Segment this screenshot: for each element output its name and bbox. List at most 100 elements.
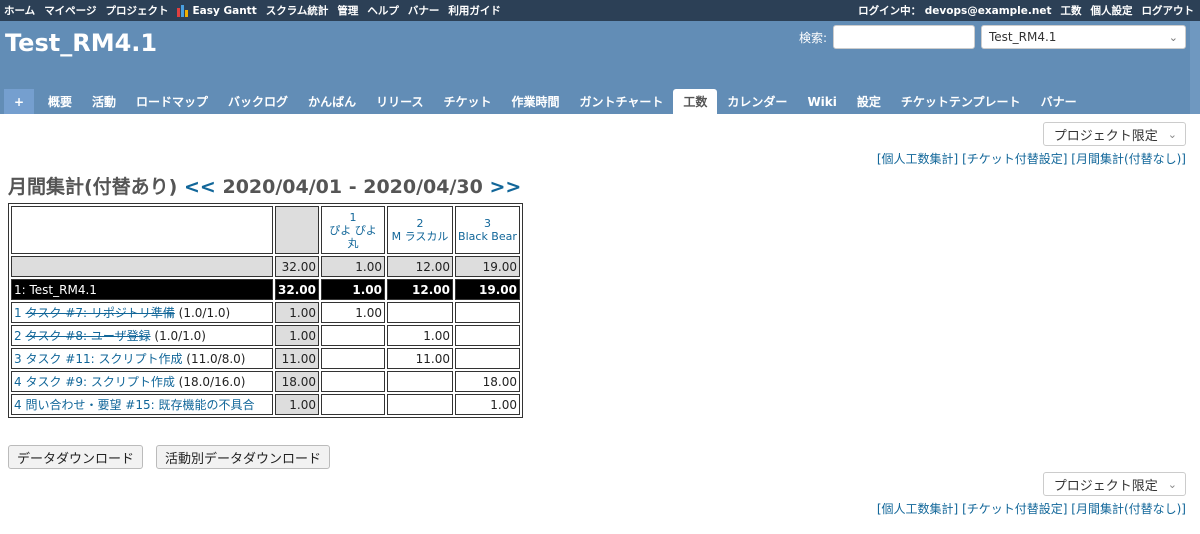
issue-link[interactable]: タスク #7: リポジトリ準備 [25, 306, 174, 320]
link-personal-summary[interactable]: [個人工数集計] [877, 502, 958, 516]
header-blank [11, 206, 273, 254]
tab-banner[interactable]: バナー [1031, 89, 1087, 114]
tab-overview[interactable]: 概要 [38, 89, 82, 114]
issue-link[interactable]: タスク #9: スクリプト作成 [25, 375, 174, 389]
tab-time-entries[interactable]: 作業時間 [502, 89, 570, 114]
easy-gantt-icon [177, 4, 189, 17]
top-menu-admin[interactable]: 管理 [337, 3, 358, 18]
issue-user-value [386, 394, 453, 415]
issue-total: 11.00 [275, 348, 319, 369]
link-reassign-settings[interactable]: [チケット付替設定] [962, 152, 1067, 166]
login-user[interactable]: devops@example.net [925, 5, 1052, 17]
project-label[interactable]: 1: Test_RM4.1 [11, 279, 273, 300]
next-month-link[interactable]: >> [490, 176, 522, 198]
top-menu-projects[interactable]: プロジェクト [105, 3, 168, 18]
top-menu-easy-gantt[interactable]: Easy Gantt [177, 4, 257, 17]
page-title-text: 月間集計(付替あり) [8, 176, 178, 198]
issue-prefix[interactable]: 1 [14, 306, 25, 320]
top-menu-help[interactable]: ヘルプ [367, 3, 399, 18]
project-limit-value: プロジェクト限定 [1053, 478, 1158, 494]
chevron-down-icon: ⌄ [1168, 30, 1178, 44]
top-menu-banner[interactable]: バナー [408, 3, 440, 18]
link-monthly-no-reassign[interactable]: [月間集計(付替なし)] [1071, 152, 1186, 166]
issue-total: 1.00 [275, 302, 319, 323]
tab-backlog[interactable]: バックログ [218, 89, 298, 114]
issue-user-value [386, 371, 453, 392]
tab-issues[interactable]: チケット [433, 89, 501, 114]
project-user-value: 12.00 [386, 279, 453, 300]
scrollbar[interactable] [1190, 21, 1200, 114]
project-jump-select[interactable]: Test_RM4.1 ⌄ [981, 25, 1186, 49]
tab-gantt[interactable]: ガントチャート [570, 89, 674, 114]
link-reassign-settings[interactable]: [チケット付替設定] [962, 502, 1067, 516]
issue-hours: (1.0/1.0) [174, 306, 231, 320]
total-label [11, 256, 273, 277]
link-monthly-no-reassign[interactable]: [月間集計(付替なし)] [1071, 502, 1186, 516]
issue-total: 18.00 [275, 371, 319, 392]
issue-user-value: 11.00 [386, 348, 453, 369]
header-total [275, 206, 319, 254]
chevron-down-icon: ⌄ [1167, 127, 1177, 141]
link-personal-summary[interactable]: [個人工数集計] [877, 152, 958, 166]
project-limit-select[interactable]: プロジェクト限定 ⌄ [1042, 472, 1186, 496]
top-menu-home[interactable]: ホーム [4, 3, 35, 18]
top-menu-logout[interactable]: ログアウト [1142, 3, 1195, 18]
table-row: 1 タスク #7: リポジトリ準備 (1.0/1.0) 1.00 1.00 [11, 302, 520, 323]
top-menu-kosu[interactable]: 工数 [1061, 3, 1082, 18]
issue-cell: 3 タスク #11: スクリプト作成 (11.0/8.0) [11, 348, 273, 369]
tab-activity[interactable]: 活動 [82, 89, 126, 114]
table-row: 4 問い合わせ・要望 #15: 既存機能の不具合 1.00 1.00 [11, 394, 520, 415]
issue-link[interactable]: タスク #8: ユーザ登録 [25, 329, 150, 343]
filter-bottom: プロジェクト限定 ⌄ [個人工数集計] [チケット付替設定] [月間集計(付替な… [877, 472, 1186, 517]
issue-link[interactable]: 問い合わせ・要望 #15: 既存機能の不具合 [25, 398, 254, 412]
prev-month-link[interactable]: << [184, 176, 216, 198]
report-links: [個人工数集計] [チケット付替設定] [月間集計(付替なし)] [877, 500, 1186, 517]
page-title: 月間集計(付替あり) << 2020/04/01 - 2020/04/30 >> [8, 172, 521, 199]
user-total: 19.00 [454, 256, 520, 277]
project-user-value: 19.00 [454, 279, 520, 300]
tab-wiki[interactable]: Wiki [797, 89, 846, 114]
project-row: 1: Test_RM4.1 32.00 1.00 12.00 19.00 [11, 279, 520, 300]
issue-user-value [320, 371, 385, 392]
search-label: 検索: [798, 30, 827, 45]
easy-gantt-label: Easy Gantt [192, 4, 257, 17]
user-header[interactable]: 2M ラスカル [386, 206, 453, 254]
tab-calendar[interactable]: カレンダー [717, 89, 797, 114]
new-object-button[interactable]: + [4, 89, 34, 114]
issue-user-value [454, 348, 520, 369]
user-header[interactable]: 3 Black Bear [454, 206, 520, 254]
filter-top: プロジェクト限定 ⌄ [個人工数集計] [チケット付替設定] [月間集計(付替な… [877, 122, 1186, 167]
issue-prefix[interactable]: 4 [14, 375, 25, 389]
issue-prefix[interactable]: 4 [14, 398, 25, 412]
tab-settings[interactable]: 設定 [847, 89, 891, 114]
issue-user-value: 18.00 [454, 371, 520, 392]
monthly-summary-table: 1 ぴよ ぴよ丸 2M ラスカル 3 Black Bear 32.00 1.00 1… [8, 203, 523, 418]
tab-roadmap[interactable]: ロードマップ [126, 89, 218, 114]
project-jump-value: Test_RM4.1 [989, 30, 1057, 44]
project-title: Test_RM4.1 [5, 29, 158, 57]
issue-prefix[interactable]: 3 [14, 352, 25, 366]
issue-link[interactable]: タスク #11: スクリプト作成 [25, 352, 182, 366]
main-menu: + 概要 活動 ロードマップ バックログ かんばん リリース チケット 作業時間… [4, 89, 1087, 114]
user-header[interactable]: 1 ぴよ ぴよ丸 [320, 206, 385, 254]
tab-issue-templates[interactable]: チケットテンプレート [891, 89, 1031, 114]
issue-user-value [454, 325, 520, 346]
top-menu-my-account[interactable]: 個人設定 [1091, 3, 1133, 18]
issue-total: 1.00 [275, 394, 319, 415]
download-by-activity-button[interactable]: 活動別データダウンロード [156, 445, 331, 469]
download-button[interactable]: データダウンロード [8, 445, 144, 469]
top-menu-scrum-stats[interactable]: スクラム統計 [266, 3, 329, 18]
issue-prefix[interactable]: 2 [14, 329, 25, 343]
report-links: [個人工数集計] [チケット付替設定] [月間集計(付替なし)] [877, 150, 1186, 167]
top-menu-mypage[interactable]: マイページ [44, 3, 96, 18]
top-menu-guide[interactable]: 利用ガイド [448, 3, 501, 18]
project-limit-value: プロジェクト限定 [1053, 128, 1158, 144]
tab-kosu[interactable]: 工数 [673, 89, 718, 114]
tab-kanban[interactable]: かんばん [298, 89, 366, 114]
search-input[interactable] [833, 25, 975, 49]
issue-user-value: 1.00 [454, 394, 520, 415]
tab-releases[interactable]: リリース [366, 89, 433, 114]
project-limit-select[interactable]: プロジェクト限定 ⌄ [1042, 122, 1186, 146]
top-menu: ホーム マイページ プロジェクト Easy Gantt スクラム統計 管理 ヘル… [0, 0, 1200, 21]
project-user-value: 1.00 [320, 279, 385, 300]
